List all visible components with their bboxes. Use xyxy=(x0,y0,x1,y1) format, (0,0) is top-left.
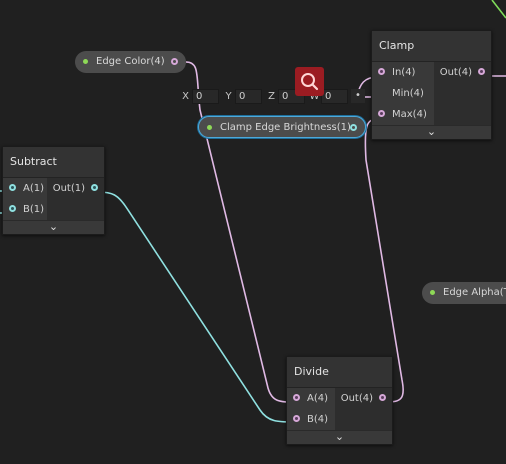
wire-edgecolor-to-divide-a[interactable] xyxy=(185,61,295,403)
clamp-port-max[interactable]: Max(4) xyxy=(372,104,434,125)
port-connector-icon[interactable] xyxy=(171,58,178,65)
subtract-port-b[interactable]: B(1) xyxy=(3,199,47,220)
search-glyph xyxy=(301,73,319,91)
clamp-port-min-label: Min(4) xyxy=(392,88,424,99)
clamp-node[interactable]: Clamp In(4) Min(4) Max(4) Out(4) ⌄ xyxy=(371,30,492,140)
clamp-port-out-label: Out(4) xyxy=(439,67,472,78)
subtract-node[interactable]: Subtract A(1) B(1) Out(1) ⌄ xyxy=(2,146,105,235)
vector-y-field[interactable]: 0 xyxy=(235,89,262,104)
property-edge-alpha[interactable]: Edge Alpha(T2 xyxy=(422,282,506,304)
property-edge-alpha-label: Edge Alpha(T2 xyxy=(443,287,506,298)
property-edge-color[interactable]: Edge Color(4) xyxy=(75,51,186,73)
port-connector-icon[interactable] xyxy=(9,184,16,191)
subtract-port-b-label: B(1) xyxy=(23,204,45,215)
clamp-port-min[interactable]: Min(4) xyxy=(372,83,434,104)
clamp-inputs: In(4) Min(4) Max(4) xyxy=(372,62,434,125)
property-clamp-edge-brightness[interactable]: Clamp Edge Brightness(1) xyxy=(198,116,366,138)
vector-x-field[interactable]: 0 xyxy=(192,89,219,104)
clamp-port-max-label: Max(4) xyxy=(392,109,427,120)
property-active-icon xyxy=(430,290,435,295)
chevron-down-icon: ⌄ xyxy=(334,430,345,443)
subtract-port-out-label: Out(1) xyxy=(52,183,85,194)
divide-title: Divide xyxy=(287,357,392,388)
property-active-icon xyxy=(83,59,88,64)
subtract-port-a-label: A(1) xyxy=(23,183,45,194)
divide-node[interactable]: Divide A(4) B(4) Out(4) ⌄ xyxy=(286,356,393,445)
port-connector-icon[interactable] xyxy=(478,68,485,75)
port-connector-icon[interactable] xyxy=(293,394,300,401)
clamp-min-vector-input: X0 Y0 Z0 W0 • xyxy=(179,89,365,104)
port-connector-icon[interactable] xyxy=(9,205,16,212)
port-connector-icon[interactable] xyxy=(91,184,98,191)
port-connector-icon[interactable] xyxy=(378,110,385,117)
divide-port-b-label: B(4) xyxy=(307,414,329,425)
clamp-port-in[interactable]: In(4) xyxy=(372,62,434,83)
subtract-inputs: A(1) B(1) xyxy=(3,178,47,220)
vector-component-y: Y0 xyxy=(222,89,262,104)
divide-inputs: A(4) B(4) xyxy=(287,388,335,430)
vector-w-field[interactable]: 0 xyxy=(321,89,348,104)
port-connector-icon[interactable] xyxy=(379,394,386,401)
vector-x-label: X xyxy=(182,91,189,102)
property-edge-color-label: Edge Color(4) xyxy=(96,56,165,67)
port-connector-icon[interactable] xyxy=(350,124,357,131)
vector-z-label: Z xyxy=(268,91,275,102)
search-icon[interactable] xyxy=(295,67,324,96)
divide-port-b[interactable]: B(4) xyxy=(287,409,335,430)
port-connector-icon[interactable] xyxy=(293,415,300,422)
vector-component-x: X0 xyxy=(179,89,219,104)
chevron-down-icon: ⌄ xyxy=(48,220,59,233)
subtract-port-out[interactable]: Out(1) xyxy=(47,178,104,199)
property-clamp-edge-brightness-label: Clamp Edge Brightness(1) xyxy=(220,122,351,133)
divide-port-a-label: A(4) xyxy=(307,393,329,404)
divide-body: A(4) B(4) Out(4) xyxy=(287,388,392,430)
subtract-outputs: Out(1) xyxy=(47,178,104,220)
vector-y-label: Y xyxy=(225,91,232,102)
clamp-body: In(4) Min(4) Max(4) Out(4) xyxy=(372,62,491,125)
clamp-title: Clamp xyxy=(372,31,491,62)
divide-expand-toggle[interactable]: ⌄ xyxy=(287,430,392,444)
divide-outputs: Out(4) xyxy=(335,388,392,430)
subtract-expand-toggle[interactable]: ⌄ xyxy=(3,220,104,234)
clamp-port-in-label: In(4) xyxy=(392,67,416,78)
clamp-outputs: Out(4) xyxy=(434,62,491,125)
divide-port-a[interactable]: A(4) xyxy=(287,388,335,409)
wire-green-offscreen[interactable] xyxy=(491,0,506,19)
subtract-port-a[interactable]: A(1) xyxy=(3,178,47,199)
divide-port-out-label: Out(4) xyxy=(340,393,373,404)
clamp-expand-toggle[interactable]: ⌄ xyxy=(372,125,491,139)
divide-port-out[interactable]: Out(4) xyxy=(335,388,392,409)
subtract-body: A(1) B(1) Out(1) xyxy=(3,178,104,220)
subtract-title: Subtract xyxy=(3,147,104,178)
vector-connector-icon[interactable]: • xyxy=(351,89,365,103)
property-active-icon xyxy=(207,125,212,130)
chevron-down-icon: ⌄ xyxy=(426,125,437,138)
clamp-port-out[interactable]: Out(4) xyxy=(434,62,491,83)
wire-subtract-to-divide-b[interactable] xyxy=(97,191,295,423)
port-connector-icon[interactable] xyxy=(378,68,385,75)
